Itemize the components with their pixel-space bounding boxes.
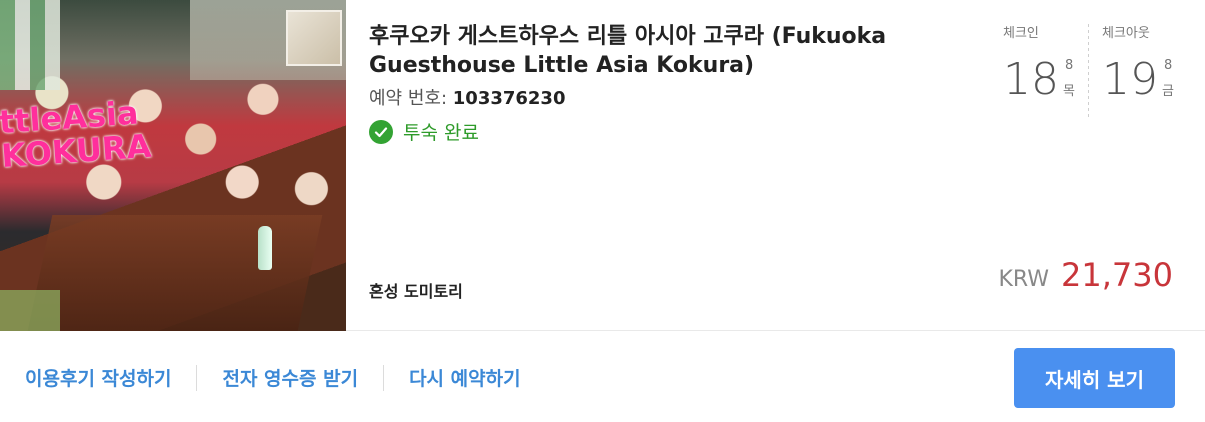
- photo-logo-line-2: KOKURA: [0, 126, 153, 176]
- checkout-day: 19: [1102, 54, 1158, 105]
- checkin-month: 8: [1065, 58, 1074, 73]
- checkin-day: 18: [1003, 54, 1059, 105]
- photo-logo-text: ttleAsia KOKURA: [0, 94, 153, 176]
- check-circle-icon: [369, 119, 393, 144]
- checkin-label: 체크인: [1003, 26, 1039, 41]
- price-currency: KRW: [998, 267, 1050, 292]
- checkin-date: 체크인 18 8 목: [1003, 22, 1093, 104]
- booking-actions: 이용후기 작성하기 전자 영수증 받기 다시 예약하기 자세히 보기: [0, 332, 1205, 422]
- photo-bottle: [258, 226, 272, 270]
- date-divider: [1088, 24, 1089, 120]
- checkout-month: 8: [1164, 58, 1173, 73]
- checkout-date: 체크아웃 19 8 금: [1102, 22, 1192, 104]
- booking-number-label: 예약 번호:: [369, 88, 448, 109]
- view-details-button[interactable]: 자세히 보기: [1014, 348, 1175, 408]
- booking-number: 예약 번호: 103376230: [369, 84, 566, 110]
- photo-floor: [0, 290, 60, 331]
- rebook-link[interactable]: 다시 예약하기: [409, 364, 521, 391]
- write-review-link[interactable]: 이용후기 작성하기: [25, 364, 171, 391]
- room-type: 혼성 도미토리: [369, 282, 463, 301]
- booking-number-value: 103376230: [452, 88, 566, 109]
- link-divider: [196, 364, 198, 391]
- booking-card: ttleAsia KOKURA 후쿠오카 게스트하우스 리틀 아시아 고쿠라 (…: [0, 0, 1205, 422]
- photo-curtain: [0, 0, 60, 90]
- photo-poster: [286, 10, 342, 66]
- stay-status: 투숙 완료: [369, 118, 479, 145]
- photo-table: [27, 215, 323, 331]
- booking-summary: ttleAsia KOKURA 후쿠오카 게스트하우스 리틀 아시아 고쿠라 (…: [0, 0, 1205, 331]
- action-links: 이용후기 작성하기 전자 영수증 받기 다시 예약하기: [25, 364, 521, 391]
- receipt-link[interactable]: 전자 영수증 받기: [222, 364, 358, 391]
- property-title[interactable]: 후쿠오카 게스트하우스 리틀 아시아 고쿠라 (Fukuoka Guesthou…: [369, 22, 969, 80]
- checkout-label: 체크아웃: [1102, 26, 1150, 41]
- stay-status-text: 투숙 완료: [403, 122, 479, 144]
- checkin-weekday: 목: [1063, 84, 1075, 99]
- link-divider: [383, 364, 385, 391]
- total-price: KRW 21,730: [998, 256, 1173, 294]
- price-amount: 21,730: [1061, 256, 1173, 294]
- property-photo[interactable]: ttleAsia KOKURA: [0, 0, 346, 331]
- checkout-weekday: 금: [1162, 84, 1174, 99]
